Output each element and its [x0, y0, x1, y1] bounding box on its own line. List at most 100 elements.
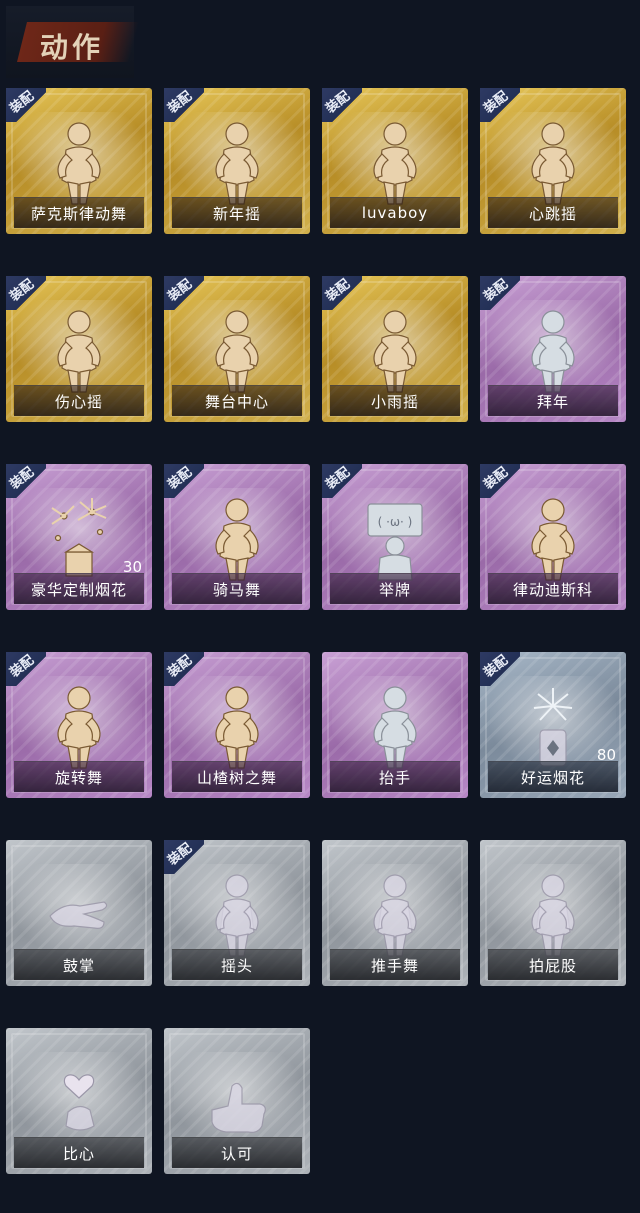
clapping-figure-icon — [215, 122, 259, 205]
clap-hands-icon — [49, 901, 108, 929]
emote-grid: 装配 萨克斯律动舞 装配 新年摇 装配 luvaboy 装配 心跳摇 装配 伤心摇 装配 舞台中心 装配… — [6, 88, 626, 1174]
emote-card[interactable]: 装配心跳摇 — [480, 88, 626, 234]
pat-figure-icon — [531, 874, 575, 957]
emote-name: 律动迪斯科 — [512, 580, 593, 599]
equipped-badge: 装配 — [480, 652, 520, 686]
rain-dance-figure-icon — [373, 310, 417, 393]
emote-card[interactable]: 装配小雨摇 — [322, 276, 468, 422]
emote-name: 推手舞 — [370, 956, 419, 975]
hawthorn-dance-figure-icon — [215, 686, 259, 769]
emote-name: 拍屁股 — [528, 956, 577, 975]
equipped-label: 装配 — [165, 464, 196, 493]
emote-card[interactable]: 认可 — [164, 1028, 310, 1174]
equipped-label: 装配 — [165, 652, 196, 681]
card-name-bar: 摇头 — [172, 949, 302, 980]
emote-name: 抬手 — [378, 768, 411, 787]
equipped-label: 装配 — [7, 88, 38, 117]
card-name-bar: 拍屁股 — [488, 949, 618, 980]
emote-card[interactable]: 比心 — [6, 1028, 152, 1174]
equipped-label: 装配 — [7, 652, 38, 681]
bow-greeting-figure-icon — [531, 310, 575, 393]
equipped-label: 装配 — [481, 652, 512, 681]
emote-name: 鼓掌 — [62, 956, 95, 975]
equipped-label: 装配 — [481, 276, 512, 305]
emote-card[interactable]: 装配舞台中心 — [164, 276, 310, 422]
emote-name: 比心 — [62, 1144, 95, 1163]
equipped-badge: 装配 — [164, 464, 204, 498]
card-name-bar: 律动迪斯科 — [488, 573, 618, 604]
card-name-bar: 认可 — [172, 1137, 302, 1168]
emote-name: 萨克斯律动舞 — [30, 204, 127, 223]
emote-name: 舞台中心 — [204, 392, 269, 411]
thumbs-up-icon — [211, 1082, 266, 1133]
emote-name: 旋转舞 — [54, 768, 103, 787]
fireworks-box-icon — [51, 498, 107, 577]
emote-card[interactable]: 装配 30 豪华定制烟花 — [6, 464, 152, 610]
equipped-label: 装配 — [165, 276, 196, 305]
emote-card[interactable]: 抬手 — [322, 652, 468, 798]
equipped-label: 装配 — [165, 88, 196, 117]
lucky-firework-icon — [533, 688, 573, 767]
emote-name: 骑马舞 — [212, 580, 261, 599]
emote-card[interactable]: 推手舞 — [322, 840, 468, 986]
section-header: 动作 — [6, 6, 139, 78]
emote-card[interactable]: 装配萨克斯律动舞 — [6, 88, 152, 234]
card-name-bar: 骑马舞 — [172, 573, 302, 604]
card-name-bar: 鼓掌 — [14, 949, 144, 980]
emote-name: 摇头 — [220, 956, 253, 975]
hold-sign-figure-icon: ( ·ω· ) — [367, 503, 423, 581]
emote-name: 新年摇 — [212, 204, 261, 223]
card-name-bar: 比心 — [14, 1137, 144, 1168]
emote-card[interactable]: ( ·ω· ) 装配举牌 — [322, 464, 468, 610]
equipped-badge: 装配 — [480, 88, 520, 122]
emote-card[interactable]: 装配伤心摇 — [6, 276, 152, 422]
emote-name: 伤心摇 — [54, 392, 103, 411]
card-name-bar: 好运烟花 — [488, 761, 618, 792]
push-hands-figure-icon — [373, 874, 417, 957]
equipped-badge: 装配 — [6, 464, 46, 498]
equipped-label: 装配 — [7, 464, 38, 493]
emote-card[interactable]: 鼓掌 — [6, 840, 152, 986]
emote-name: 豪华定制烟花 — [30, 580, 127, 599]
card-name-bar: 拜年 — [488, 385, 618, 416]
emote-card[interactable]: 装配 80 好运烟花 — [480, 652, 626, 798]
emote-card[interactable]: 装配旋转舞 — [6, 652, 152, 798]
card-name-bar: 小雨摇 — [330, 385, 460, 416]
card-name-bar: 心跳摇 — [488, 197, 618, 228]
equipped-badge: 装配 — [164, 840, 204, 874]
equipped-badge: 装配 — [6, 276, 46, 310]
equipped-label: 装配 — [323, 276, 354, 305]
emote-card[interactable]: 装配拜年 — [480, 276, 626, 422]
emote-name: 好运烟花 — [520, 768, 585, 787]
equipped-badge: 装配 — [6, 88, 46, 122]
svg-text:( ·ω· ): ( ·ω· ) — [378, 515, 413, 529]
equipped-label: 装配 — [323, 88, 354, 117]
emote-card[interactable]: 装配新年摇 — [164, 88, 310, 234]
emote-name: 认可 — [220, 1144, 253, 1163]
equipped-badge: 装配 — [322, 276, 362, 310]
card-name-bar: 抬手 — [330, 761, 460, 792]
emote-card[interactable]: 装配山楂树之舞 — [164, 652, 310, 798]
equipped-badge: 装配 — [164, 652, 204, 686]
emote-card[interactable]: 拍屁股 — [480, 840, 626, 986]
emote-name: luvaboy — [361, 204, 429, 222]
equipped-label: 装配 — [481, 464, 512, 493]
equipped-badge: 装配 — [322, 88, 362, 122]
disco-pose-figure-icon — [531, 498, 575, 581]
page-title: 动作 — [40, 31, 105, 64]
finger-heart-icon — [63, 1074, 95, 1131]
arm-wave-figure-icon — [373, 122, 417, 205]
emote-name: 小雨摇 — [370, 392, 419, 411]
emote-card[interactable]: 装配 luvaboy — [322, 88, 468, 234]
raise-hand-figure-icon — [373, 686, 417, 769]
card-name-bar: 山楂树之舞 — [172, 761, 302, 792]
emote-card[interactable]: 装配骑马舞 — [164, 464, 310, 610]
card-name-bar: 举牌 — [330, 573, 460, 604]
equipped-label: 装配 — [323, 464, 354, 493]
heartbeat-figure-icon — [531, 122, 575, 205]
equipped-label: 装配 — [165, 840, 196, 869]
card-name-bar: 旋转舞 — [14, 761, 144, 792]
emote-card[interactable]: 装配摇头 — [164, 840, 310, 986]
spin-dance-figure-icon — [57, 686, 101, 769]
emote-card[interactable]: 装配律动迪斯科 — [480, 464, 626, 610]
